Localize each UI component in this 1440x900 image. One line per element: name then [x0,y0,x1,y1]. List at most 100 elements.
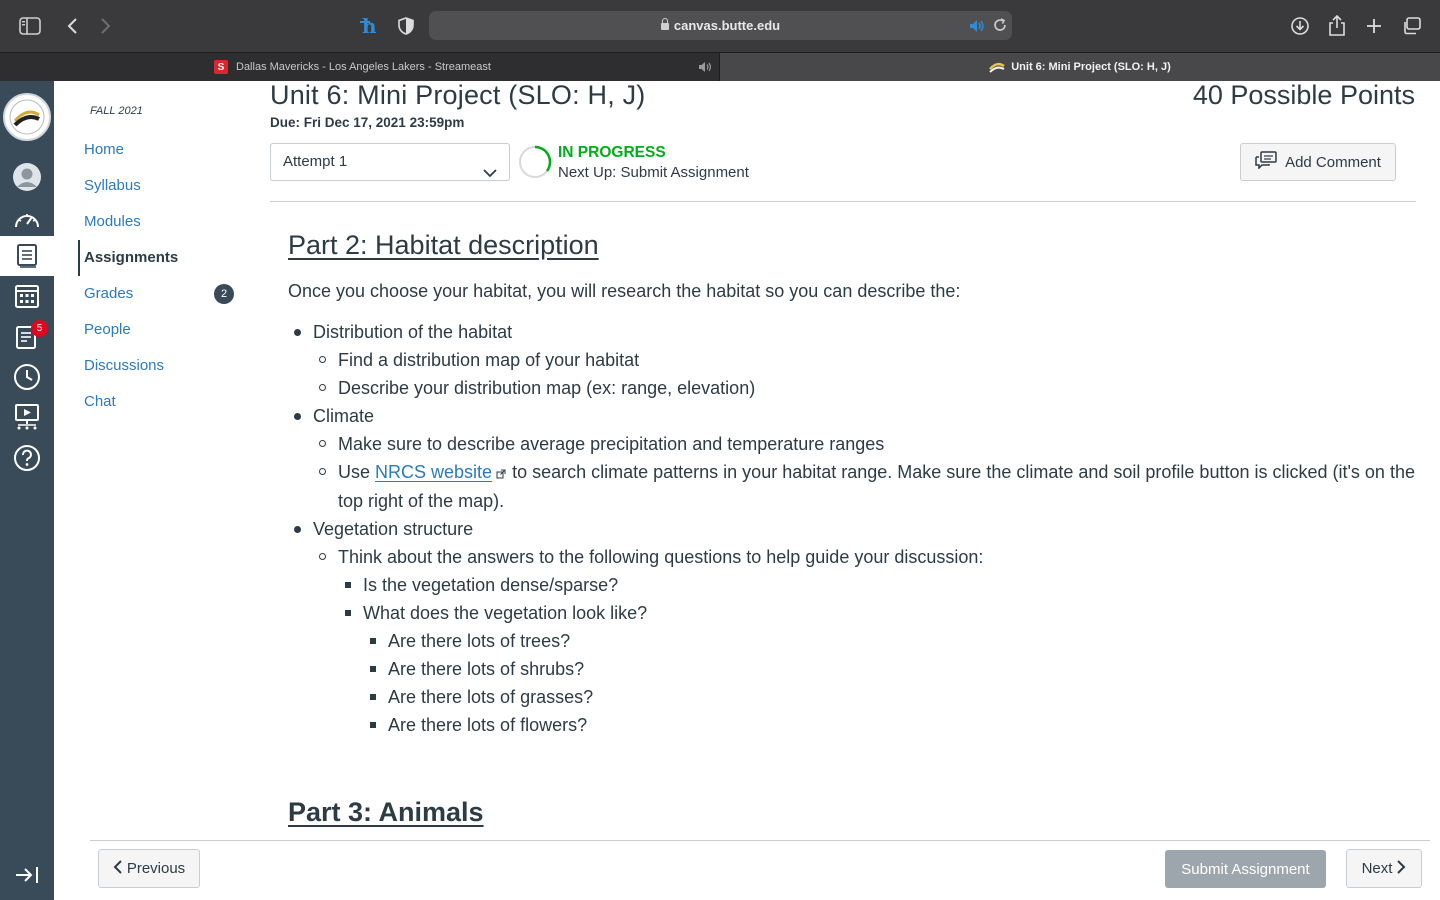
chevron-right-icon [1396,859,1406,879]
dashboard-icon [15,214,39,228]
courses-icon [17,244,37,268]
list-item: Find a distribution map of your habitat [313,346,1418,374]
help-icon [14,445,40,471]
lock-icon [660,18,669,30]
list-item: Are there lots of grasses? [363,683,1418,711]
add-comment-label: Add Comment [1285,153,1381,171]
course-navigation: FALL 2021 Home Syllabus Modules Assignme… [54,81,254,841]
course-term: FALL 2021 [90,105,143,117]
list-item: Vegetation structure Think about the ans… [288,515,1418,739]
course-nav-assignments[interactable]: Assignments [84,247,178,269]
part2-heading: Part 2: Habitat description [288,230,599,260]
chevron-down-icon [483,156,497,192]
attempt-select-value: Attempt 1 [283,153,348,170]
list-item: Climate Make sure to describe average pr… [288,402,1418,515]
possible-points: 40 Possible Points [1192,80,1415,110]
previous-label: Previous [126,860,186,877]
global-nav-help[interactable] [0,438,54,478]
nrcs-website-link[interactable]: NRCS website [375,462,492,482]
calendar-icon [15,285,39,308]
browser-toolbar: h canvas.butte.edu [0,0,1440,52]
address-bar[interactable]: canvas.butte.edu [429,11,1012,40]
back-icon[interactable] [60,14,84,38]
list-item: Use NRCS website to search climate patter… [313,458,1418,515]
streameast-favicon-icon: S [214,60,228,74]
list-item: What does the vegetation look like? Are … [338,599,1418,739]
part2-intro: Once you choose your habitat, you will r… [288,281,961,301]
global-nav-account[interactable] [0,157,54,197]
global-navigation: 5 [0,81,54,900]
new-tab-icon[interactable] [1362,14,1386,38]
habitat-description-list: Distribution of the habitat Find a distr… [288,318,1418,739]
global-nav-dashboard[interactable] [0,199,54,239]
studio-icon [15,404,39,430]
history-clock-icon [14,364,40,390]
submit-assignment-button[interactable]: Submit Assignment [1165,850,1326,888]
url-text: canvas.butte.edu [673,18,781,33]
course-nav-chat[interactable]: Chat [84,391,116,413]
comment-icon [1255,151,1277,173]
privacy-shield-icon[interactable] [394,14,418,38]
progress-ring-icon [519,145,552,178]
list-item-label: Vegetation structure [313,519,474,540]
assignment-description: Part 2: Habitat description Once you cho… [288,230,1418,739]
list-item-label: Distribution of the habitat [313,322,513,342]
downloads-icon[interactable] [1288,14,1312,38]
expand-nav-icon [16,867,38,883]
svg-text:h: h [362,15,377,37]
next-button[interactable]: Next [1346,849,1422,888]
list-item-label: Think about the answers to the following… [338,547,984,568]
footer-divider [90,840,1430,841]
course-nav-discussions[interactable]: Discussions [84,355,164,377]
tab-unit6-mini-project[interactable]: Unit 6: Mini Project (SLO: H, J) [720,53,1440,81]
share-icon[interactable] [1325,14,1349,38]
course-nav-grades[interactable]: Grades [84,283,133,305]
previous-button[interactable]: Previous [98,849,200,888]
text-segment: Use [338,462,371,482]
course-nav-home[interactable]: Home [84,139,124,161]
list-item: Think about the answers to the following… [313,543,1418,739]
add-comment-button[interactable]: Add Comment [1240,143,1396,181]
inbox-unread-badge: 5 [31,320,48,337]
list-item: Describe your distribution map (ex: rang… [313,374,1418,402]
submission-status: IN PROGRESS [558,144,666,161]
course-nav-modules[interactable]: Modules [84,211,141,233]
global-nav-collapse[interactable] [0,855,54,895]
list-item: Make sure to describe average precipitat… [313,430,1418,458]
hypothesis-extension-icon[interactable]: h [358,14,382,38]
butte-favicon-icon [989,61,1005,73]
tab-bar: S Dallas Mavericks - Los Angeles Lakers … [0,52,1440,81]
reload-icon[interactable] [993,18,1007,37]
active-item-indicator [78,240,80,276]
audio-playing-icon[interactable] [969,19,985,38]
attempt-select[interactable]: Attempt 1 [270,143,510,181]
tab-title: Unit 6: Mini Project (SLO: H, J) [1011,61,1171,73]
list-item: Are there lots of flowers? [363,711,1418,739]
next-up-step: Next Up: Submit Assignment [558,164,749,181]
list-item: Is the vegetation dense/sparse? [338,571,1418,599]
course-nav-syllabus[interactable]: Syllabus [84,175,141,197]
tab-overview-icon[interactable] [1400,14,1424,38]
tab-audio-icon[interactable] [698,61,712,76]
sidebar-toggle-icon[interactable] [18,14,42,38]
butte-college-logo[interactable] [3,93,51,141]
forward-icon[interactable] [94,14,118,38]
global-nav-calendar[interactable] [0,276,54,316]
account-avatar-icon [13,163,41,191]
list-item-label: Climate [313,406,375,426]
external-link-icon [496,459,506,487]
grades-count-badge: 2 [214,284,234,304]
course-nav-people[interactable]: People [84,319,131,341]
global-nav-history[interactable] [0,357,54,397]
list-item: Are there lots of trees? [363,627,1418,655]
tab-streameast[interactable]: S Dallas Mavericks - Los Angeles Lakers … [0,53,720,81]
due-date: Due: Fri Dec 17, 2021 23:59pm [270,115,465,130]
global-nav-studio[interactable] [0,397,54,437]
chevron-left-icon [113,859,123,879]
global-nav-courses[interactable] [0,236,54,276]
assignment-title: Unit 6: Mini Project (SLO: H, J) [270,80,646,110]
tab-title: Dallas Mavericks - Los Angeles Lakers - … [236,61,491,73]
list-item: Are there lots of shrubs? [363,655,1418,683]
list-item-label: What does the vegetation look like? [363,603,648,624]
list-item: Distribution of the habitat Find a distr… [288,318,1418,402]
